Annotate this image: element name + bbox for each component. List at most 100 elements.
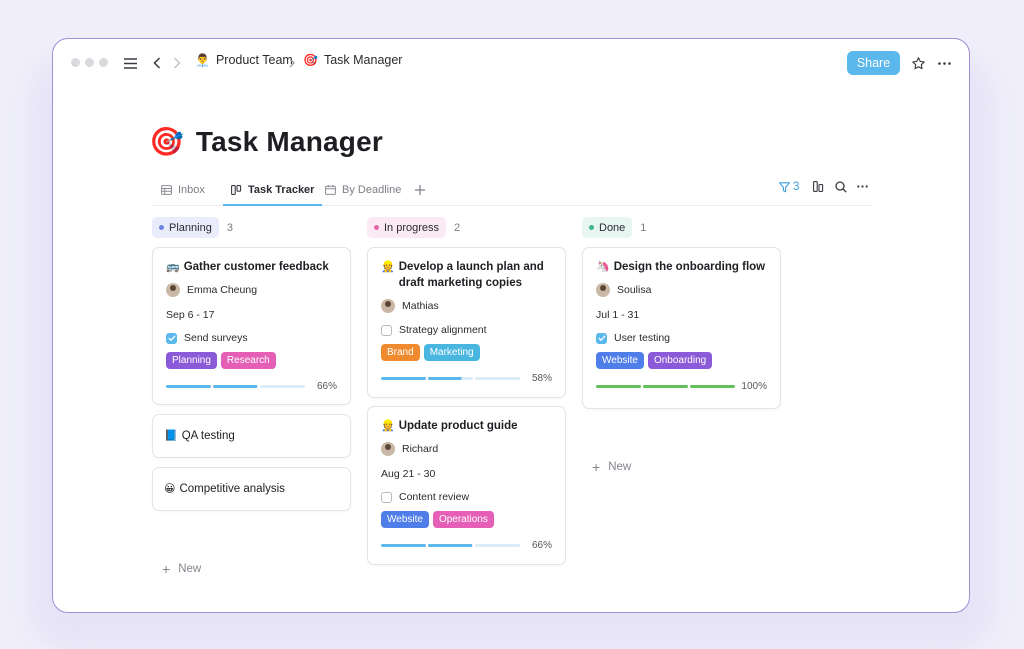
view-more-options-icon[interactable] — [857, 185, 868, 188]
tab-by-deadline[interactable]: By Deadline — [325, 175, 401, 205]
tag[interactable]: Marketing — [423, 344, 480, 361]
tag[interactable]: Onboarding — [647, 352, 713, 369]
column-count: 2 — [454, 221, 461, 234]
star-icon[interactable] — [909, 51, 927, 75]
avatar — [381, 442, 395, 456]
tag[interactable]: Research — [220, 352, 276, 369]
tag[interactable]: Brand — [381, 344, 420, 361]
task-card[interactable]: 🚌 Gather customer feedback Emma Cheung S… — [152, 247, 351, 405]
card-title-text: QA testing — [181, 430, 235, 442]
task-card[interactable]: 👷 Update product guide Richard Aug 21 - … — [367, 406, 566, 565]
breadcrumb-product-team[interactable]: 👨‍💼 Product Team — [195, 53, 293, 67]
more-options-icon[interactable] — [935, 51, 953, 75]
assignee[interactable]: Emma Cheung — [166, 283, 337, 297]
tag[interactable]: Operations — [432, 511, 494, 528]
task-card[interactable]: 🦄 Design the onboarding flow Soulisa Jul… — [582, 247, 781, 409]
assignee-name: Richard — [402, 443, 439, 455]
calendar-icon — [325, 185, 336, 195]
card-title: 👷 Develop a launch plan and draft market… — [381, 259, 552, 291]
layout-options-icon[interactable] — [813, 181, 824, 192]
page-title: Task Manager — [195, 125, 383, 157]
app-window: 👨‍💼 Product Team 🎯 Task Manager Share 🎯 … — [52, 38, 970, 613]
column-in-progress: In progress 2 👷 Develop a launch plan an… — [367, 217, 567, 565]
tab-label: Inbox — [178, 184, 205, 196]
checklist-label: Send surveys — [184, 332, 248, 344]
checkmark-icon — [597, 335, 606, 341]
view-tabs: Inbox Task Tracker By Deadline 3 — [153, 175, 871, 206]
progress: 66% — [381, 540, 552, 551]
task-card[interactable]: 📘 QA testing — [152, 414, 351, 458]
date-range: Jul 1 - 31 — [596, 309, 640, 321]
card-title: 👷 Update product guide — [381, 418, 552, 434]
book-icon: 📘 — [164, 430, 178, 442]
breadcrumb-label: Task Manager — [323, 53, 403, 67]
filter-button[interactable]: 3 — [779, 181, 799, 193]
assignee[interactable]: Soulisa — [596, 283, 767, 297]
task-card[interactable]: 👷 Develop a launch plan and draft market… — [367, 247, 566, 398]
checkbox-unchecked[interactable] — [381, 491, 392, 503]
assignee-name: Emma Cheung — [187, 284, 258, 296]
checklist-item[interactable]: User testing — [596, 332, 767, 344]
forward-arrow-icon[interactable] — [171, 51, 183, 75]
tag-list: Website Onboarding — [596, 352, 767, 369]
checkbox-checked[interactable] — [596, 332, 607, 344]
tag-list: Website Operations — [381, 511, 552, 528]
checkbox-unchecked[interactable] — [381, 324, 392, 336]
tab-task-tracker[interactable]: Task Tracker — [222, 175, 323, 206]
checklist-item[interactable]: Send surveys — [166, 332, 337, 344]
filter-count: 3 — [793, 181, 800, 193]
filter-icon — [779, 181, 790, 192]
avatar — [596, 283, 610, 297]
card-title-text: Competitive analysis — [179, 483, 285, 495]
column-header: Planning 3 — [152, 217, 352, 238]
tab-inbox[interactable]: Inbox — [161, 175, 205, 205]
status-badge-planning[interactable]: Planning — [152, 217, 219, 238]
worker-icon: 👷 — [381, 420, 395, 432]
page-title-row: 🎯 Task Manager — [149, 125, 383, 158]
window-maximize-dot[interactable] — [99, 58, 108, 67]
card-title-text: Design the onboarding flow — [613, 261, 766, 273]
checklist-item[interactable]: Content review — [381, 491, 552, 503]
tag[interactable]: Website — [596, 352, 644, 369]
checkbox-checked[interactable] — [166, 332, 177, 344]
menu-icon[interactable] — [121, 51, 139, 75]
new-card-button[interactable]: + New — [592, 459, 631, 475]
assignee[interactable]: Richard — [381, 442, 552, 456]
card-title-text: Develop a launch plan and draft marketin… — [398, 261, 544, 289]
window-close-dot[interactable] — [71, 58, 80, 67]
table-icon — [161, 185, 172, 195]
status-badge-done[interactable]: Done — [582, 217, 633, 238]
column-header: In progress 2 — [367, 217, 567, 238]
progress-percent: 66% — [316, 381, 337, 392]
new-card-button[interactable]: + New — [162, 561, 201, 577]
column-count: 1 — [640, 221, 647, 234]
breadcrumb-product-team-icon: 👨‍💼 — [195, 53, 210, 67]
column-header: Done 1 — [582, 217, 782, 238]
tag-list: Brand Marketing — [381, 344, 552, 361]
smiley-icon: 😀 — [164, 483, 176, 495]
breadcrumb-task-manager[interactable]: 🎯 Task Manager — [303, 53, 402, 67]
checklist-item[interactable]: Strategy alignment — [381, 324, 552, 336]
checkmark-icon — [167, 335, 176, 341]
tag[interactable]: Planning — [166, 352, 217, 369]
search-icon[interactable] — [835, 181, 847, 193]
progress-bar — [381, 544, 520, 547]
window-minimize-dot[interactable] — [85, 58, 94, 67]
card-title: 🚌 Gather customer feedback — [166, 259, 337, 275]
column-planning: Planning 3 🚌 Gather customer feedback Em… — [152, 217, 352, 577]
task-card[interactable]: 😀 Competitive analysis — [152, 467, 351, 511]
card-title-text: Update product guide — [398, 420, 518, 432]
progress-bar — [596, 385, 735, 388]
status-badge-in-progress[interactable]: In progress — [367, 217, 447, 238]
share-button[interactable]: Share — [847, 51, 900, 75]
assignee-name: Soulisa — [617, 284, 652, 296]
progress-percent: 100% — [741, 381, 767, 392]
assignee[interactable]: Mathias — [381, 299, 552, 313]
progress-percent: 58% — [531, 373, 552, 384]
tag[interactable]: Website — [381, 511, 429, 528]
card-title: 😀 Competitive analysis — [164, 481, 285, 497]
add-view-button[interactable] — [415, 175, 425, 205]
back-arrow-icon[interactable] — [151, 51, 163, 75]
breadcrumb-separator-icon — [287, 51, 297, 75]
top-bar: 👨‍💼 Product Team 🎯 Task Manager Share — [53, 39, 969, 87]
